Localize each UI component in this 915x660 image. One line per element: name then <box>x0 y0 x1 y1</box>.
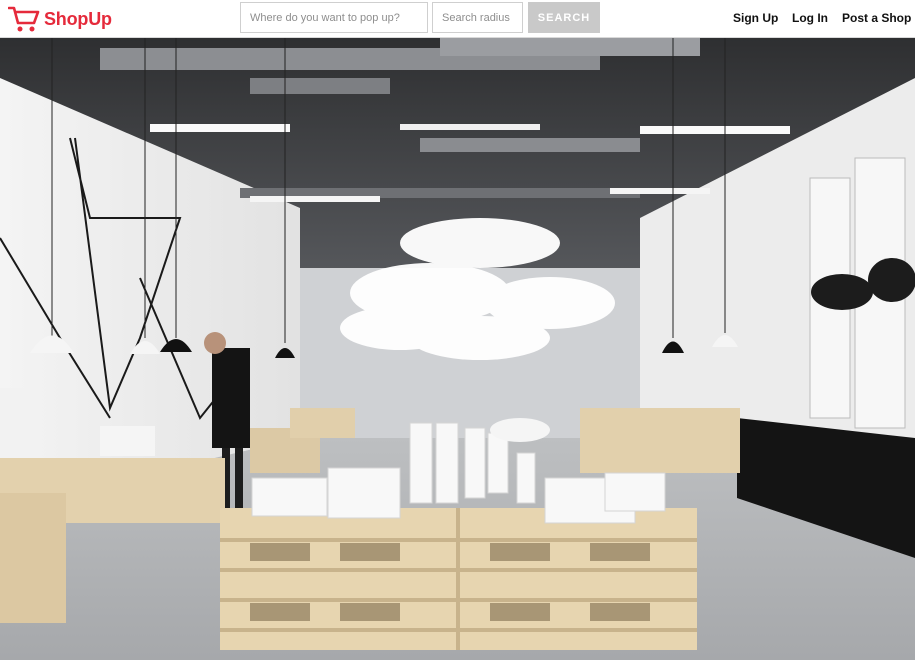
shopping-cart-icon <box>8 6 40 32</box>
post-a-shop-link[interactable]: Post a Shop <box>842 11 911 25</box>
top-navigation-bar: ShopUp SEARCH Sign Up Log In Post a Shop <box>0 0 915 38</box>
location-search-input[interactable] <box>240 2 428 33</box>
hero-image <box>0 38 915 660</box>
sign-up-link[interactable]: Sign Up <box>733 11 778 25</box>
log-in-link[interactable]: Log In <box>792 11 828 25</box>
radius-search-input[interactable] <box>432 2 523 33</box>
search-button[interactable]: SEARCH <box>528 2 600 33</box>
logo-link[interactable]: ShopUp <box>8 4 112 34</box>
store-interior-illustration <box>0 38 915 660</box>
brand-name: ShopUp <box>44 8 112 29</box>
